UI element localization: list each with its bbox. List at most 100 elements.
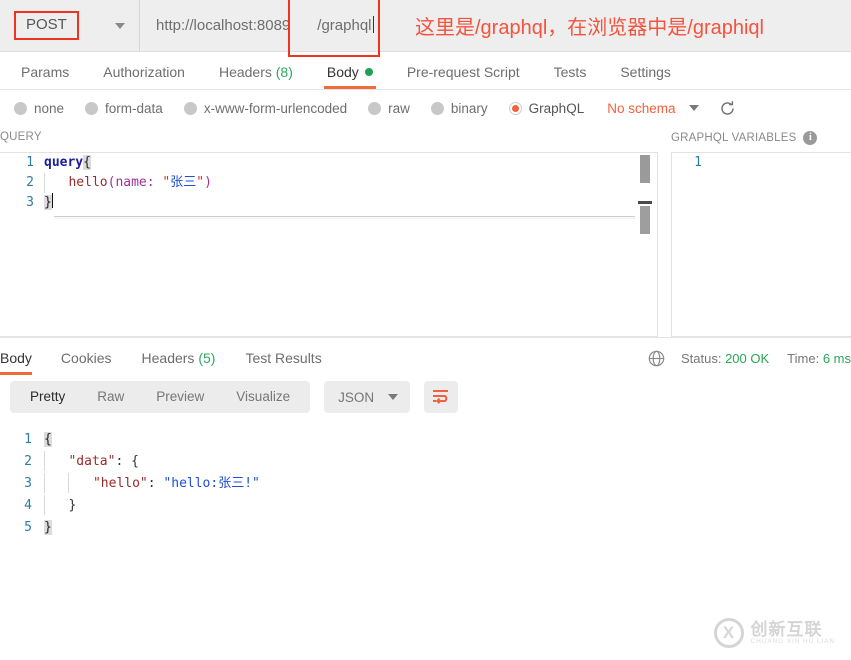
response-headers-count: (5) [198, 350, 215, 366]
response-tab-test-results[interactable]: Test Results [230, 350, 336, 375]
radio-binary[interactable]: binary [431, 101, 488, 116]
radio-icon [184, 102, 197, 115]
body-type-radio-group: none form-data x-www-form-urlencoded raw… [0, 90, 851, 126]
language-value: JSON [338, 390, 374, 405]
line-number: 2 [0, 173, 44, 193]
tab-label: Headers [219, 64, 272, 80]
response-body-viewer[interactable]: 1 { 2 "data": { 3 "hello": "hello:张三!" 4… [0, 419, 851, 589]
code-text: "hello": "hello:张三!" [45, 473, 260, 495]
url-path-text: /graphql [317, 17, 371, 34]
variables-code[interactable]: 1 [672, 153, 851, 173]
tab-authorization[interactable]: Authorization [86, 64, 202, 89]
chevron-down-icon [388, 394, 398, 400]
code-text: } [45, 495, 76, 517]
radio-selected-icon [509, 102, 522, 115]
status-indicator: Status: 200 OK [681, 351, 769, 366]
code-text: query{ [44, 153, 91, 173]
indent-guide [68, 473, 69, 493]
globe-icon[interactable] [648, 350, 665, 367]
code-line: 4 } [0, 495, 851, 517]
code-line: 1 [672, 153, 851, 173]
tab-settings[interactable]: Settings [603, 64, 688, 89]
tab-headers[interactable]: Headers (8) [202, 64, 310, 89]
query-editor-scrollbar[interactable] [640, 153, 650, 336]
graphql-query-editor[interactable]: 1 query{ 2 hello(name: "张三") 3 } [0, 152, 658, 337]
line-number: 3 [0, 473, 44, 495]
code-line: 2 hello(name: "张三") [0, 173, 657, 193]
graphql-variables-editor[interactable]: 1 [671, 152, 851, 337]
time-value: 6 ms [823, 351, 851, 366]
query-code[interactable]: 1 query{ 2 hello(name: "张三") 3 } [0, 153, 657, 213]
tab-label: Headers [142, 350, 195, 366]
view-tab-visualize[interactable]: Visualize [220, 381, 306, 413]
headers-count: (8) [276, 64, 293, 80]
response-code: 1 { 2 "data": { 3 "hello": "hello:张三!" 4… [0, 429, 851, 539]
word-wrap-button[interactable] [424, 381, 458, 413]
response-tab-bar: Body Cookies Headers (5) Test Results St… [0, 337, 851, 375]
text-cursor [52, 193, 53, 208]
scrollbar-marker [638, 201, 652, 204]
time-label: Time: [787, 351, 819, 366]
radio-label: form-data [105, 101, 163, 116]
tab-label: Authorization [103, 64, 185, 80]
graphql-variables-label: GRAPHQL VARIABLES i [671, 131, 817, 145]
view-tab-preview[interactable]: Preview [140, 381, 220, 413]
watermark-text: 创新互联 CHUANG XIN HU LIAN [751, 621, 835, 646]
radio-icon [368, 102, 381, 115]
line-number: 1 [0, 429, 44, 451]
tab-pre-request-script[interactable]: Pre-request Script [390, 64, 537, 89]
code-line: 3 } [0, 193, 657, 213]
refresh-icon[interactable] [719, 100, 736, 117]
tab-label: Test Results [245, 350, 321, 366]
radio-label: none [34, 101, 64, 116]
view-tab-raw[interactable]: Raw [81, 381, 140, 413]
query-label: QUERY [0, 131, 42, 143]
tab-label: Pre-request Script [407, 64, 520, 80]
radio-icon [85, 102, 98, 115]
watermark-logo-icon [714, 618, 744, 648]
chevron-down-icon[interactable] [115, 23, 125, 29]
response-language-select[interactable]: JSON [324, 381, 410, 413]
code-line: 2 "data": { [0, 451, 851, 473]
red-annotation-text: 这里是/graphql，在浏览器中是/graphiql [415, 11, 764, 40]
time-indicator: Time: 6 ms [787, 351, 851, 366]
status-value: 200 OK [725, 351, 769, 366]
editor-panel-labels: QUERY GRAPHQL VARIABLES i [0, 126, 851, 152]
tab-label: Tests [554, 64, 587, 80]
radio-raw[interactable]: raw [368, 101, 410, 116]
schema-selector-label[interactable]: No schema [607, 101, 675, 116]
tab-params[interactable]: Params [4, 64, 86, 89]
url-prefix-text: http://localhost:8089 [156, 17, 290, 34]
response-tab-headers[interactable]: Headers (5) [127, 350, 231, 375]
radio-form-data[interactable]: form-data [85, 101, 163, 116]
url-path-highlight: /graphql [288, 0, 379, 57]
radio-label: GraphQL [529, 101, 585, 116]
response-tab-body[interactable]: Body [0, 350, 46, 375]
code-line: 1 { [0, 429, 851, 451]
active-line-indicator [54, 216, 635, 219]
watermark-pinyin: CHUANG XIN HU LIAN [751, 639, 835, 646]
http-method-selector[interactable]: POST [0, 0, 140, 52]
chevron-down-icon[interactable] [689, 105, 699, 111]
response-tab-cookies[interactable]: Cookies [46, 350, 127, 375]
line-number: 1 [0, 153, 44, 173]
body-active-dot-icon [365, 68, 373, 76]
tab-body[interactable]: Body [310, 64, 390, 89]
scrollbar-thumb[interactable] [640, 155, 650, 183]
radio-label: binary [451, 101, 488, 116]
tab-tests[interactable]: Tests [537, 64, 604, 89]
line-number: 5 [0, 517, 44, 539]
editor-area: 1 query{ 2 hello(name: "张三") 3 } 1 [0, 152, 851, 337]
view-tab-pretty[interactable]: Pretty [14, 381, 81, 413]
text-cursor [373, 16, 374, 33]
tab-label: Settings [620, 64, 671, 80]
scrollbar-thumb[interactable] [640, 206, 650, 234]
radio-graphql[interactable]: GraphQL [509, 101, 585, 116]
code-text: { [44, 429, 52, 451]
info-icon[interactable]: i [803, 131, 817, 145]
word-wrap-icon [432, 388, 450, 407]
tab-label: Cookies [61, 350, 112, 366]
radio-none[interactable]: none [14, 101, 64, 116]
watermark-chinese: 创新互联 [751, 621, 835, 639]
radio-x-www-form-urlencoded[interactable]: x-www-form-urlencoded [184, 101, 347, 116]
